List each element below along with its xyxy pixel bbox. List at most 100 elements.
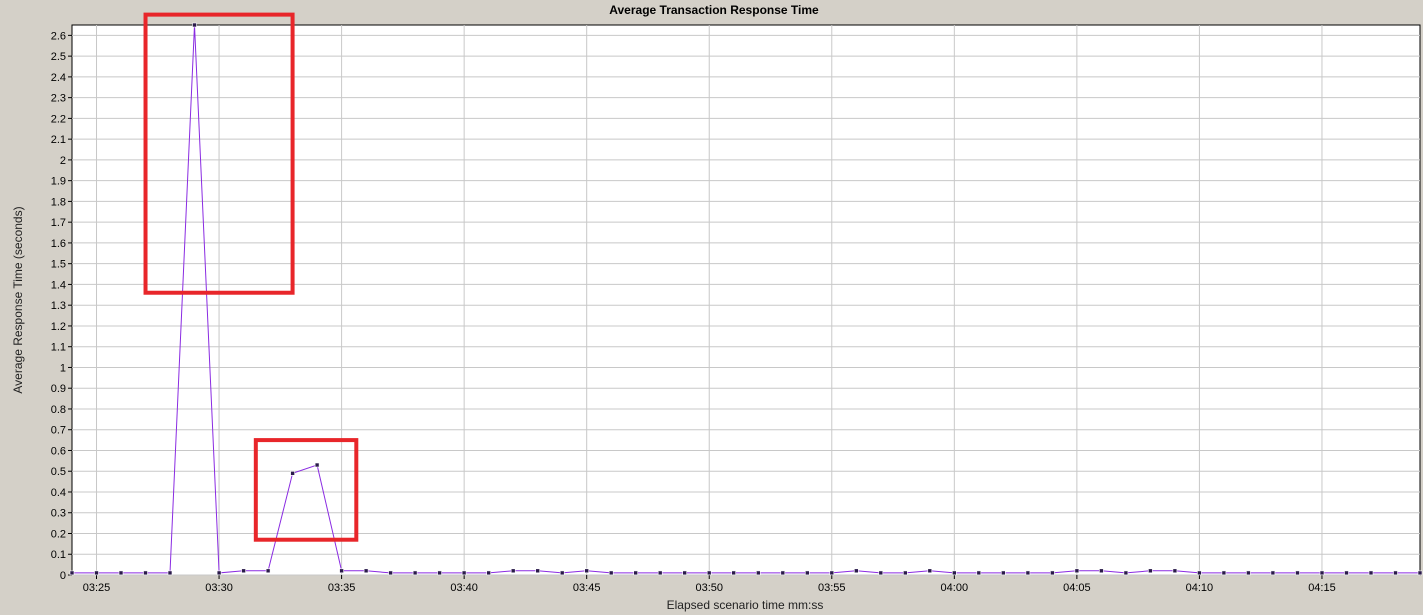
data-point: [143, 570, 148, 576]
data-point: [461, 570, 467, 576]
y-tick-label: 0.5: [51, 466, 66, 478]
data-point: [314, 462, 320, 468]
data-point: [1246, 570, 1251, 576]
y-tick-label: 1.1: [51, 342, 66, 354]
data-point: [633, 570, 639, 576]
y-tick-label: 1.6: [51, 238, 66, 250]
data-point: [559, 570, 565, 576]
data-point: [853, 568, 859, 574]
y-tick-label: 1.3: [51, 300, 66, 312]
y-tick-label: 0.6: [51, 445, 66, 457]
x-tick-label: 03:30: [205, 582, 233, 594]
y-tick-label: 0.7: [51, 425, 66, 437]
data-point: [927, 568, 933, 574]
data-point: [388, 570, 393, 576]
data-point: [1344, 570, 1349, 576]
response-time-chart: Average Transaction Response Time 0 0.1 0.…: [11, 3, 1423, 612]
y-tick-label: 2.1: [51, 134, 66, 146]
y-tick-label: 1.9: [51, 176, 66, 188]
data-point: [1197, 570, 1202, 576]
x-tick-label: 03:55: [818, 582, 846, 594]
data-point: [167, 570, 173, 576]
y-tick-label: 0: [60, 570, 66, 582]
y-axis-label: Average Response Time (seconds): [11, 206, 25, 393]
data-point: [1270, 570, 1276, 576]
y-tick-label: 1.5: [51, 259, 66, 271]
data-point: [535, 568, 541, 574]
data-point: [437, 570, 442, 576]
data-point: [1099, 568, 1104, 574]
data-point: [608, 570, 614, 576]
data-point: [682, 570, 688, 576]
y-tick-label: 0.1: [51, 549, 66, 561]
data-point: [584, 568, 590, 574]
y-tick-label: 1.7: [51, 217, 66, 229]
data-point: [1221, 570, 1227, 576]
data-point: [804, 570, 810, 576]
data-point: [1074, 568, 1080, 574]
data-point: [1025, 570, 1031, 576]
data-point: [1148, 568, 1153, 574]
y-axis-ticks: 0 0.1 0.2 0.3 0.4 0.5 0.6 0.7 0.8 0.9 1 1.1 1.2 1.3 1.…: [51, 30, 72, 582]
data-point: [1000, 570, 1006, 576]
data-point: [755, 570, 761, 576]
data-point: [118, 570, 124, 576]
data-point: [69, 570, 75, 576]
y-tick-label: 1.2: [51, 321, 66, 333]
data-point: [1393, 570, 1398, 576]
data-point: [412, 570, 418, 576]
x-tick-label: 03:40: [450, 582, 478, 594]
data-point: [94, 570, 99, 576]
y-tick-label: 0.4: [51, 487, 66, 499]
data-point: [339, 568, 344, 574]
y-tick-label: 0.9: [51, 383, 66, 395]
y-tick-label: 2.4: [51, 72, 66, 84]
data-point: [1417, 570, 1423, 576]
data-point: [510, 568, 516, 574]
data-point: [731, 570, 737, 576]
data-point: [706, 570, 712, 576]
data-point: [241, 568, 246, 574]
y-tick-label: 2.2: [51, 113, 66, 125]
data-point: [192, 22, 197, 28]
y-tick-label: 2.5: [51, 51, 66, 63]
data-point: [902, 570, 908, 576]
data-point: [1123, 570, 1129, 576]
data-point: [290, 470, 295, 476]
x-tick-label: 04:00: [941, 582, 969, 594]
chart-window: Average Transaction Response Time 0 0.1 0.…: [0, 0, 1423, 615]
x-axis-ticks: 03:25 03:30 03:35 03:40 03:45 03:50 03:55 04:00…: [83, 575, 1336, 594]
x-tick-label: 04:15: [1308, 582, 1336, 594]
y-tick-label: 0.3: [51, 508, 66, 520]
data-point: [1050, 570, 1055, 576]
data-point: [216, 570, 222, 576]
x-tick-label: 03:50: [695, 582, 723, 594]
data-point: [878, 570, 884, 576]
x-tick-label: 03:35: [328, 582, 356, 594]
y-tick-label: 0.8: [51, 404, 66, 416]
chart-title: Average Transaction Response Time: [609, 3, 819, 17]
data-point: [363, 568, 369, 574]
data-point: [1368, 570, 1374, 576]
y-tick-label: 2: [60, 155, 66, 167]
x-tick-label: 04:10: [1186, 582, 1214, 594]
data-point: [1319, 570, 1325, 576]
data-point: [657, 570, 663, 576]
y-tick-label: 2.3: [51, 93, 66, 105]
data-point: [976, 570, 982, 576]
data-point: [780, 570, 786, 576]
y-tick-label: 2.6: [51, 30, 66, 42]
data-point: [951, 570, 957, 576]
x-tick-label: 03:25: [83, 582, 111, 594]
y-tick-label: 0.2: [51, 528, 66, 540]
y-tick-label: 1: [60, 362, 66, 374]
x-axis-label: Elapsed scenario time mm:ss: [667, 598, 824, 612]
x-tick-label: 04:05: [1063, 582, 1091, 594]
y-tick-label: 1.8: [51, 196, 66, 208]
data-point: [1172, 568, 1178, 574]
data-point: [1295, 570, 1300, 576]
data-point: [829, 570, 835, 576]
x-tick-label: 03:45: [573, 582, 601, 594]
data-point: [486, 570, 492, 576]
y-tick-label: 1.4: [51, 279, 66, 291]
